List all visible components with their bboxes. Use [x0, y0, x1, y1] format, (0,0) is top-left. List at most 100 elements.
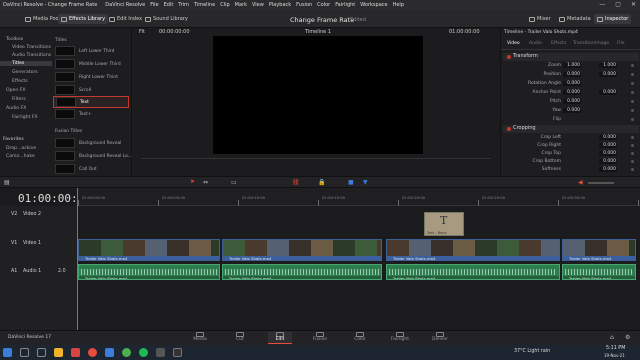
title-item[interactable]: Text+ [53, 109, 129, 121]
menu-item[interactable]: Workspace [360, 2, 387, 8]
menu-item[interactable]: Help [393, 2, 404, 8]
title-item[interactable]: Call Out [53, 164, 129, 176]
title-item[interactable]: Middle Lower Third [53, 59, 129, 71]
windows-start-icon[interactable] [3, 348, 12, 357]
edit-index-button[interactable]: Edit Index [106, 14, 145, 24]
reset-dot[interactable] [631, 160, 634, 163]
menu-item[interactable]: Mark [235, 2, 247, 8]
enable-dot[interactable] [507, 127, 511, 131]
inspector-tab[interactable]: Transition [573, 41, 595, 46]
param-x-value[interactable]: 0.000 [563, 72, 581, 77]
video-clip[interactable]: Trailer Valo Shots.mp4 [562, 239, 636, 261]
viewer-screen[interactable] [213, 36, 423, 154]
reset-dot[interactable] [631, 109, 634, 112]
search-icon[interactable] [20, 348, 29, 357]
page-tab-fairlight[interactable]: Fairlight [388, 332, 412, 344]
tree-item-titles[interactable]: Titles [0, 61, 52, 66]
reset-dot[interactable] [631, 168, 634, 171]
close-icon[interactable]: ✕ [631, 1, 636, 8]
menu-item[interactable]: DaVinci Resolve [105, 2, 145, 8]
minimize-icon[interactable]: — [599, 1, 605, 8]
media-pool-button[interactable]: Media Pool [22, 14, 63, 24]
trim-tool-icon[interactable]: ⇔ [203, 179, 208, 186]
reset-dot[interactable] [631, 118, 634, 121]
task-view-icon[interactable] [37, 348, 46, 357]
tree-item-generators[interactable]: Generators [12, 70, 38, 75]
page-tab-fusion[interactable]: Fusion [308, 332, 332, 344]
app-icon[interactable] [71, 348, 80, 357]
davinci-resolve-icon[interactable] [173, 348, 182, 357]
weather-text[interactable]: 37°C Light rain [514, 349, 550, 354]
inspector-tab[interactable]: File [617, 41, 625, 46]
reset-dot[interactable] [631, 73, 634, 76]
cropping-section[interactable]: Cropping [503, 125, 639, 133]
menu-item[interactable]: Color [317, 2, 330, 8]
flag-icon[interactable]: ■ [348, 179, 354, 186]
lock-icon[interactable]: 🔒 [318, 179, 325, 186]
title-clip[interactable]: T Text - Basic [424, 212, 464, 236]
page-tab-color[interactable]: Color [348, 332, 372, 344]
insert-icon[interactable]: ▭ [231, 179, 237, 186]
param-y-value[interactable]: 0.000 [599, 72, 617, 77]
favorite-item[interactable]: Camo...hake [6, 154, 35, 159]
viewer-scrubber[interactable] [141, 158, 491, 159]
timeline-select[interactable]: Timeline 1 [305, 29, 331, 35]
menu-item[interactable]: Fairlight [335, 2, 355, 8]
audio-clip[interactable]: Trailer Valo Shots.mp4 [78, 264, 220, 280]
title-item-selected[interactable]: Text [53, 96, 129, 108]
param-x-value[interactable]: 0.000 [563, 81, 581, 86]
menu-item[interactable]: File [150, 2, 158, 8]
link-icon[interactable]: ⛓ [292, 179, 300, 186]
param-x-value[interactable]: 0.000 [563, 99, 581, 104]
tree-item-video-transitions[interactable]: Video Transitions [12, 45, 51, 50]
clock-time[interactable]: 5:11 PM [606, 346, 625, 351]
tree-item-audio-fx[interactable]: Audio FX [6, 106, 26, 111]
metadata-button[interactable]: Metadata [556, 14, 594, 24]
crop-value[interactable]: 0.000 [599, 159, 617, 164]
reset-dot[interactable] [631, 64, 634, 67]
favorite-item[interactable]: Drop...ackive [6, 146, 36, 151]
zoom-slider[interactable] [588, 182, 614, 184]
title-item[interactable]: Background Reveal [53, 138, 129, 150]
enable-dot[interactable] [507, 55, 511, 59]
param-x-value[interactable]: 0.000 [563, 90, 581, 95]
reset-dot[interactable] [631, 100, 634, 103]
inspector-tab[interactable]: Video [507, 41, 520, 46]
menu-item[interactable]: Fusion [296, 2, 312, 8]
title-item[interactable]: Right Lower Third [53, 72, 129, 84]
menu-item[interactable]: Trim [178, 2, 189, 8]
spotify-icon[interactable] [139, 348, 148, 357]
tree-item-toolbox[interactable]: Toolbox [6, 37, 23, 42]
reset-dot[interactable] [631, 152, 634, 155]
transform-section[interactable]: Transform [503, 53, 639, 61]
crop-value[interactable]: 0.000 [599, 151, 617, 156]
inspector-tab[interactable]: Audio [529, 41, 542, 46]
marker-icon[interactable]: ▼ [363, 179, 368, 186]
param-y-value[interactable]: 1.000 [599, 63, 617, 68]
reset-dot[interactable] [631, 91, 634, 94]
settings-icon[interactable]: ⚙ [625, 334, 630, 341]
home-icon[interactable]: ⌂ [610, 334, 614, 341]
menu-item[interactable]: Clip [220, 2, 229, 8]
tree-item-audio-transitions[interactable]: Audio Transitions [12, 53, 51, 58]
audio-clip[interactable]: Trailer Valo Shots.mp4 [562, 264, 636, 280]
tree-item-fairlight-fx[interactable]: Fairlight FX [12, 115, 38, 120]
sound-library-button[interactable]: Sound Library [142, 14, 191, 24]
effects-library-button[interactable]: Effects Library [58, 14, 109, 24]
param-x-value[interactable]: 0.000 [563, 108, 581, 113]
maximize-icon[interactable]: ▢ [615, 1, 621, 8]
reset-dot[interactable] [631, 144, 634, 147]
video-clip[interactable]: Trailer Valo Shots.mp4 [222, 239, 382, 261]
page-tab-deliver[interactable]: Deliver [428, 332, 452, 344]
param-x-value[interactable]: 1.000 [563, 63, 581, 68]
inspector-tab[interactable]: Image [595, 41, 609, 46]
audio-clip[interactable]: Trailer Valo Shots.mp4 [222, 264, 382, 280]
tree-item-filters[interactable]: Filters [12, 97, 26, 102]
audio-clip[interactable]: Trailer Valo Shots.mp4 [386, 264, 560, 280]
file-explorer-icon[interactable] [54, 348, 63, 357]
selection-tool-icon[interactable]: ➤ [190, 178, 195, 185]
crop-value[interactable]: 0.000 [599, 143, 617, 148]
layout-icon[interactable]: ▤ [4, 179, 10, 186]
page-tab-media[interactable]: Media [188, 332, 212, 344]
reset-dot[interactable] [631, 82, 634, 85]
